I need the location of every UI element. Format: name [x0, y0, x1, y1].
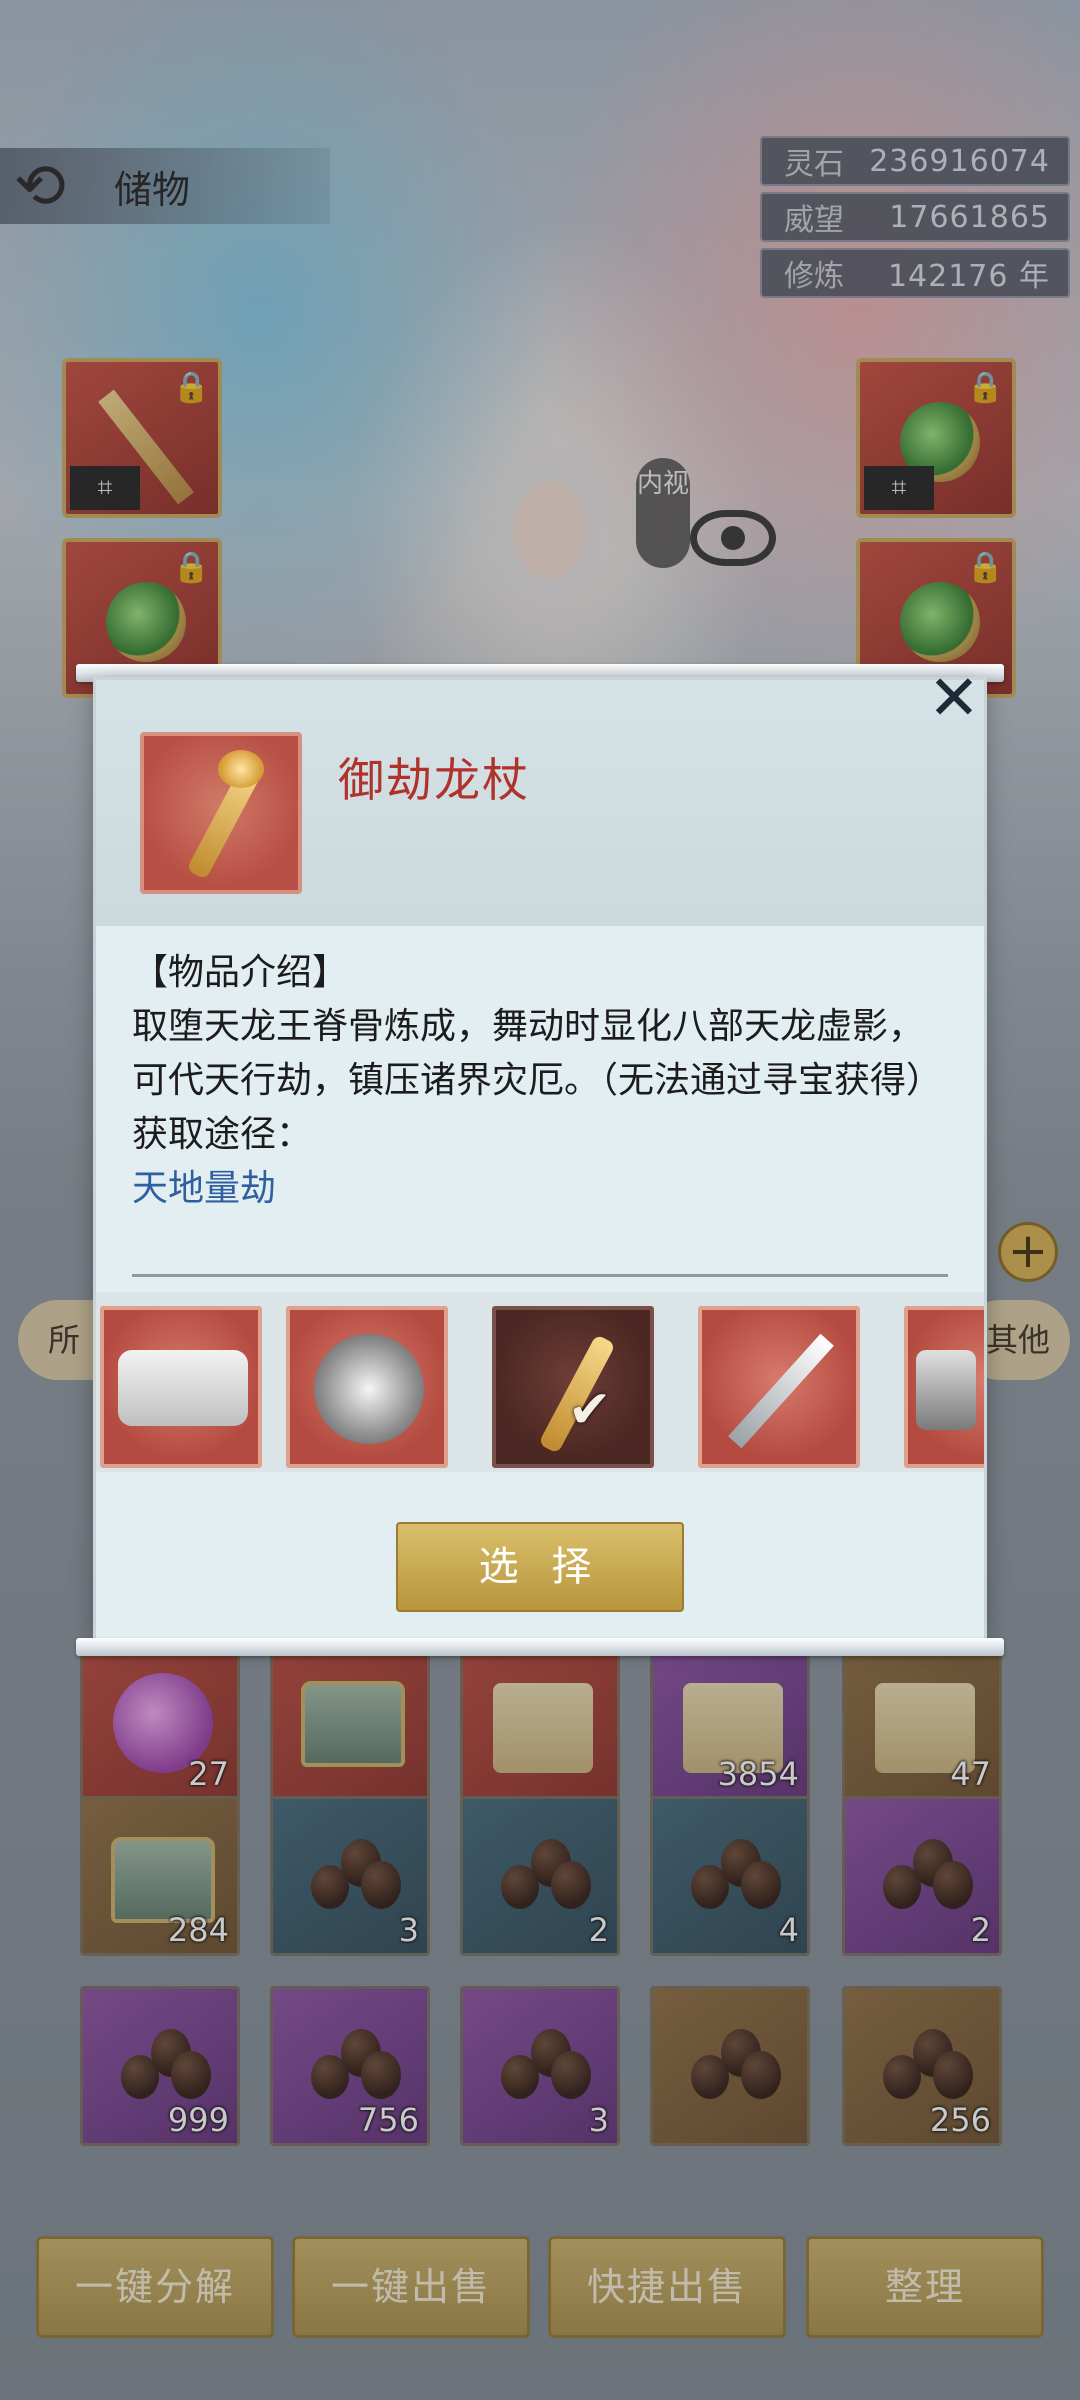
close-icon[interactable]: ✕ — [926, 667, 982, 729]
description-heading: 【物品介绍】 — [132, 952, 349, 993]
choice-item-dragon-staff[interactable]: ✔ — [492, 1306, 654, 1468]
source-link[interactable]: 天地量劫 — [132, 1162, 948, 1216]
scroll-rod-bottom — [76, 1638, 1004, 1656]
choice-item-sakura-sword[interactable] — [698, 1306, 860, 1468]
description-text: 取堕天龙王脊骨炼成，舞动时显化八部天龙虚影，可代天行劫，镇压诸界灾厄。（无法通过… — [132, 1006, 943, 1101]
check-icon: ✔ — [568, 1380, 612, 1440]
item-name: 御劫龙杖 — [338, 753, 530, 807]
item-choice-strip[interactable]: ✔ — [96, 1292, 984, 1472]
divider — [132, 1274, 948, 1277]
item-description[interactable]: 【物品介绍】 取堕天龙王脊骨炼成，舞动时显化八部天龙虚影，可代天行劫，镇压诸界灾… — [132, 946, 948, 1286]
scroll-icon — [118, 1350, 248, 1426]
sakura-sword-icon — [728, 1333, 834, 1449]
item-detail-dialog: 御劫龙杖 【物品介绍】 取堕天龙王脊骨炼成，舞动时显化八部天龙虚影，可代天行劫，… — [96, 680, 984, 1640]
item-icon — [140, 732, 302, 894]
source-heading: 获取途径： — [132, 1114, 313, 1155]
choice-item-silver-disc[interactable] — [286, 1306, 448, 1468]
choice-item-claw[interactable] — [904, 1306, 984, 1468]
silver-disc-icon — [314, 1334, 424, 1444]
staff-head-ornament — [218, 750, 264, 788]
select-button[interactable]: 选 择 — [396, 1522, 684, 1612]
choice-item-scroll[interactable] — [100, 1306, 262, 1468]
claw-icon — [916, 1350, 976, 1430]
